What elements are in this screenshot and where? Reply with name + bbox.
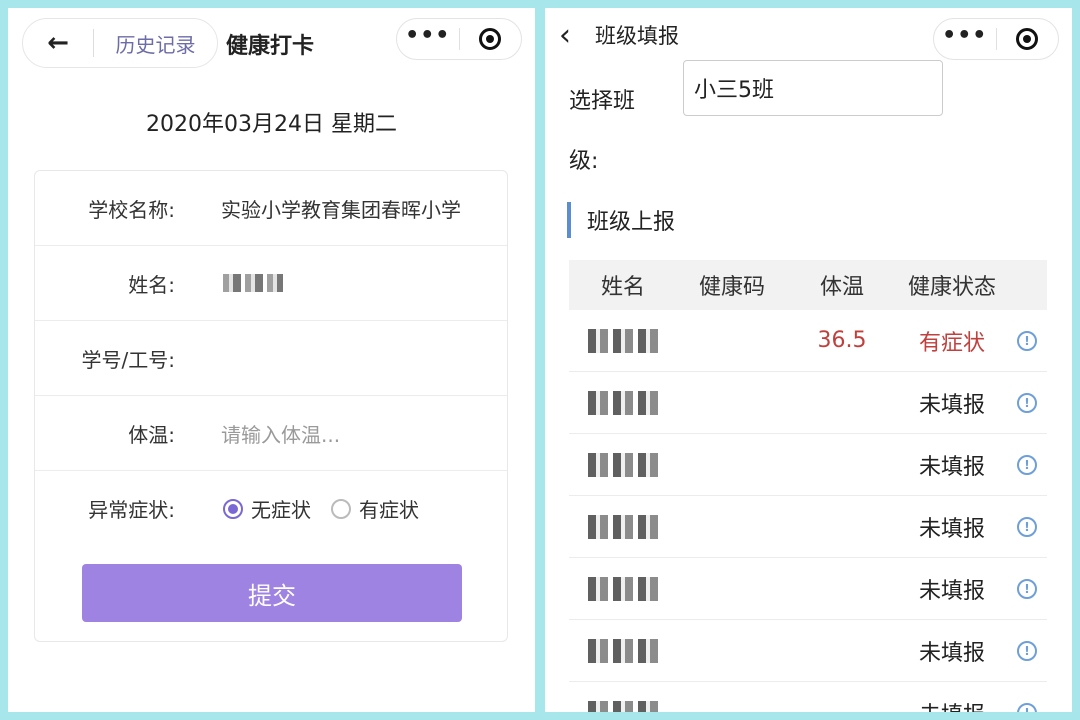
temp-cell: 36.5 [817, 328, 867, 353]
table-row[interactable]: 未填报 ! [569, 682, 1047, 712]
section-header: 班级上报 [567, 202, 675, 238]
table-row[interactable]: 未填报 ! [569, 496, 1047, 558]
table-row[interactable]: 未填报 ! [569, 558, 1047, 620]
header-health-code: 健康码 [698, 275, 765, 300]
name-redacted [588, 452, 658, 477]
nav-pill: ← 历史记录 [22, 18, 218, 68]
page-title: 健康打卡 [226, 34, 315, 59]
temperature-input[interactable]: 请输入体温... [221, 419, 340, 448]
name-redacted [588, 514, 658, 539]
name-label: 姓名: [128, 272, 175, 297]
header-temp: 体温 [819, 275, 864, 300]
id-row: 学号/工号: [35, 321, 507, 396]
radio-unchecked-icon [331, 498, 351, 519]
more-dots-icon: ••• [942, 23, 988, 48]
history-link[interactable]: 历史记录 [94, 29, 217, 58]
table-row[interactable]: 未填报 ! [569, 372, 1047, 434]
class-report-table: 姓名 健康码 体温 健康状态 36.5 有症状 ! 未填报 ! 未填报 ! 未填… [569, 260, 1047, 712]
more-button[interactable]: ••• [397, 19, 459, 59]
checkin-form: 学校名称: 实验小学教育集团春晖小学 姓名: 学号/工号: 体温: 请输入体温.… [34, 170, 508, 642]
miniapp-capsule: ••• [396, 18, 522, 60]
info-icon[interactable]: ! [1017, 640, 1037, 661]
section-accent-bar [567, 202, 571, 238]
temp-label: 体温: [128, 422, 175, 447]
symptom-label: 异常症状: [88, 498, 175, 522]
status-cell: 未填报 [897, 697, 1007, 713]
more-dots-icon: ••• [405, 23, 451, 48]
name-redacted [588, 576, 658, 601]
radio-checked-icon [223, 498, 243, 519]
page-title: 班级填报 [595, 24, 679, 48]
class-select-label: 选择班级: [569, 89, 636, 174]
target-icon [479, 28, 502, 50]
name-row: 姓名: [35, 246, 507, 321]
info-icon[interactable]: ! [1017, 454, 1037, 475]
status-cell: 未填报 [918, 516, 985, 542]
info-icon[interactable]: ! [1017, 578, 1037, 599]
info-icon[interactable]: ! [1017, 330, 1037, 351]
school-row: 学校名称: 实验小学教育集团春晖小学 [35, 171, 507, 246]
radio-no-symptom-label: 无症状 [251, 498, 311, 522]
radio-has-symptom[interactable]: 有症状 [331, 494, 419, 523]
symptom-row: 异常症状: 无症状 有症状 [35, 471, 507, 546]
submit-button[interactable]: 提交 [82, 564, 462, 622]
school-label: 学校名称: [88, 197, 175, 222]
more-button[interactable]: ••• [934, 19, 996, 59]
info-icon[interactable]: ! [1017, 392, 1037, 413]
section-title: 班级上报 [587, 210, 676, 235]
class-select[interactable]: 小三5班 [683, 60, 943, 116]
status-cell: 未填报 [918, 454, 985, 480]
health-checkin-screen: ← 历史记录 健康打卡 ••• 2020年03月24日 星期二 学校名称: 实验… [8, 8, 535, 712]
status-cell: 未填报 [918, 392, 985, 418]
close-miniapp-button[interactable] [460, 19, 522, 59]
name-redacted [588, 390, 658, 415]
temp-row: 体温: 请输入体温... [35, 396, 507, 471]
miniapp-capsule: ••• [933, 18, 1059, 60]
status-cell: 未填报 [918, 578, 985, 604]
info-icon[interactable]: ! [1017, 516, 1037, 537]
info-icon[interactable]: ! [1017, 702, 1037, 712]
back-button[interactable]: ‹ [559, 18, 571, 53]
symptom-radio-group: 无症状 有症状 [223, 494, 419, 523]
target-icon [1016, 28, 1039, 50]
status-cell: 有症状 [918, 330, 985, 356]
name-value-redacted [223, 274, 283, 292]
date-text: 2020年03月24日 星期二 [146, 112, 397, 137]
header-status: 健康状态 [907, 275, 996, 300]
name-redacted [588, 700, 658, 712]
close-miniapp-button[interactable] [997, 19, 1059, 59]
name-redacted [588, 328, 658, 353]
school-value: 实验小学教育集团春晖小学 [221, 197, 461, 222]
table-row[interactable]: 未填报 ! [569, 620, 1047, 682]
id-label: 学号/工号: [81, 347, 175, 372]
class-report-screen: ‹ 班级填报 ••• 选择班级: 小三5班 班级上报 姓名 健康码 体温 健康状… [545, 8, 1072, 712]
name-redacted [588, 638, 658, 663]
back-arrow-icon: ← [47, 28, 69, 58]
table-header: 姓名 健康码 体温 健康状态 [569, 260, 1047, 310]
table-row[interactable]: 36.5 有症状 ! [569, 310, 1047, 372]
back-button[interactable]: ← [23, 19, 93, 67]
status-cell: 未填报 [918, 640, 985, 666]
table-row[interactable]: 未填报 ! [569, 434, 1047, 496]
radio-has-symptom-label: 有症状 [359, 498, 419, 522]
radio-no-symptom[interactable]: 无症状 [223, 494, 311, 523]
header-name: 姓名 [600, 275, 645, 300]
chevron-left-icon: ‹ [559, 18, 571, 53]
